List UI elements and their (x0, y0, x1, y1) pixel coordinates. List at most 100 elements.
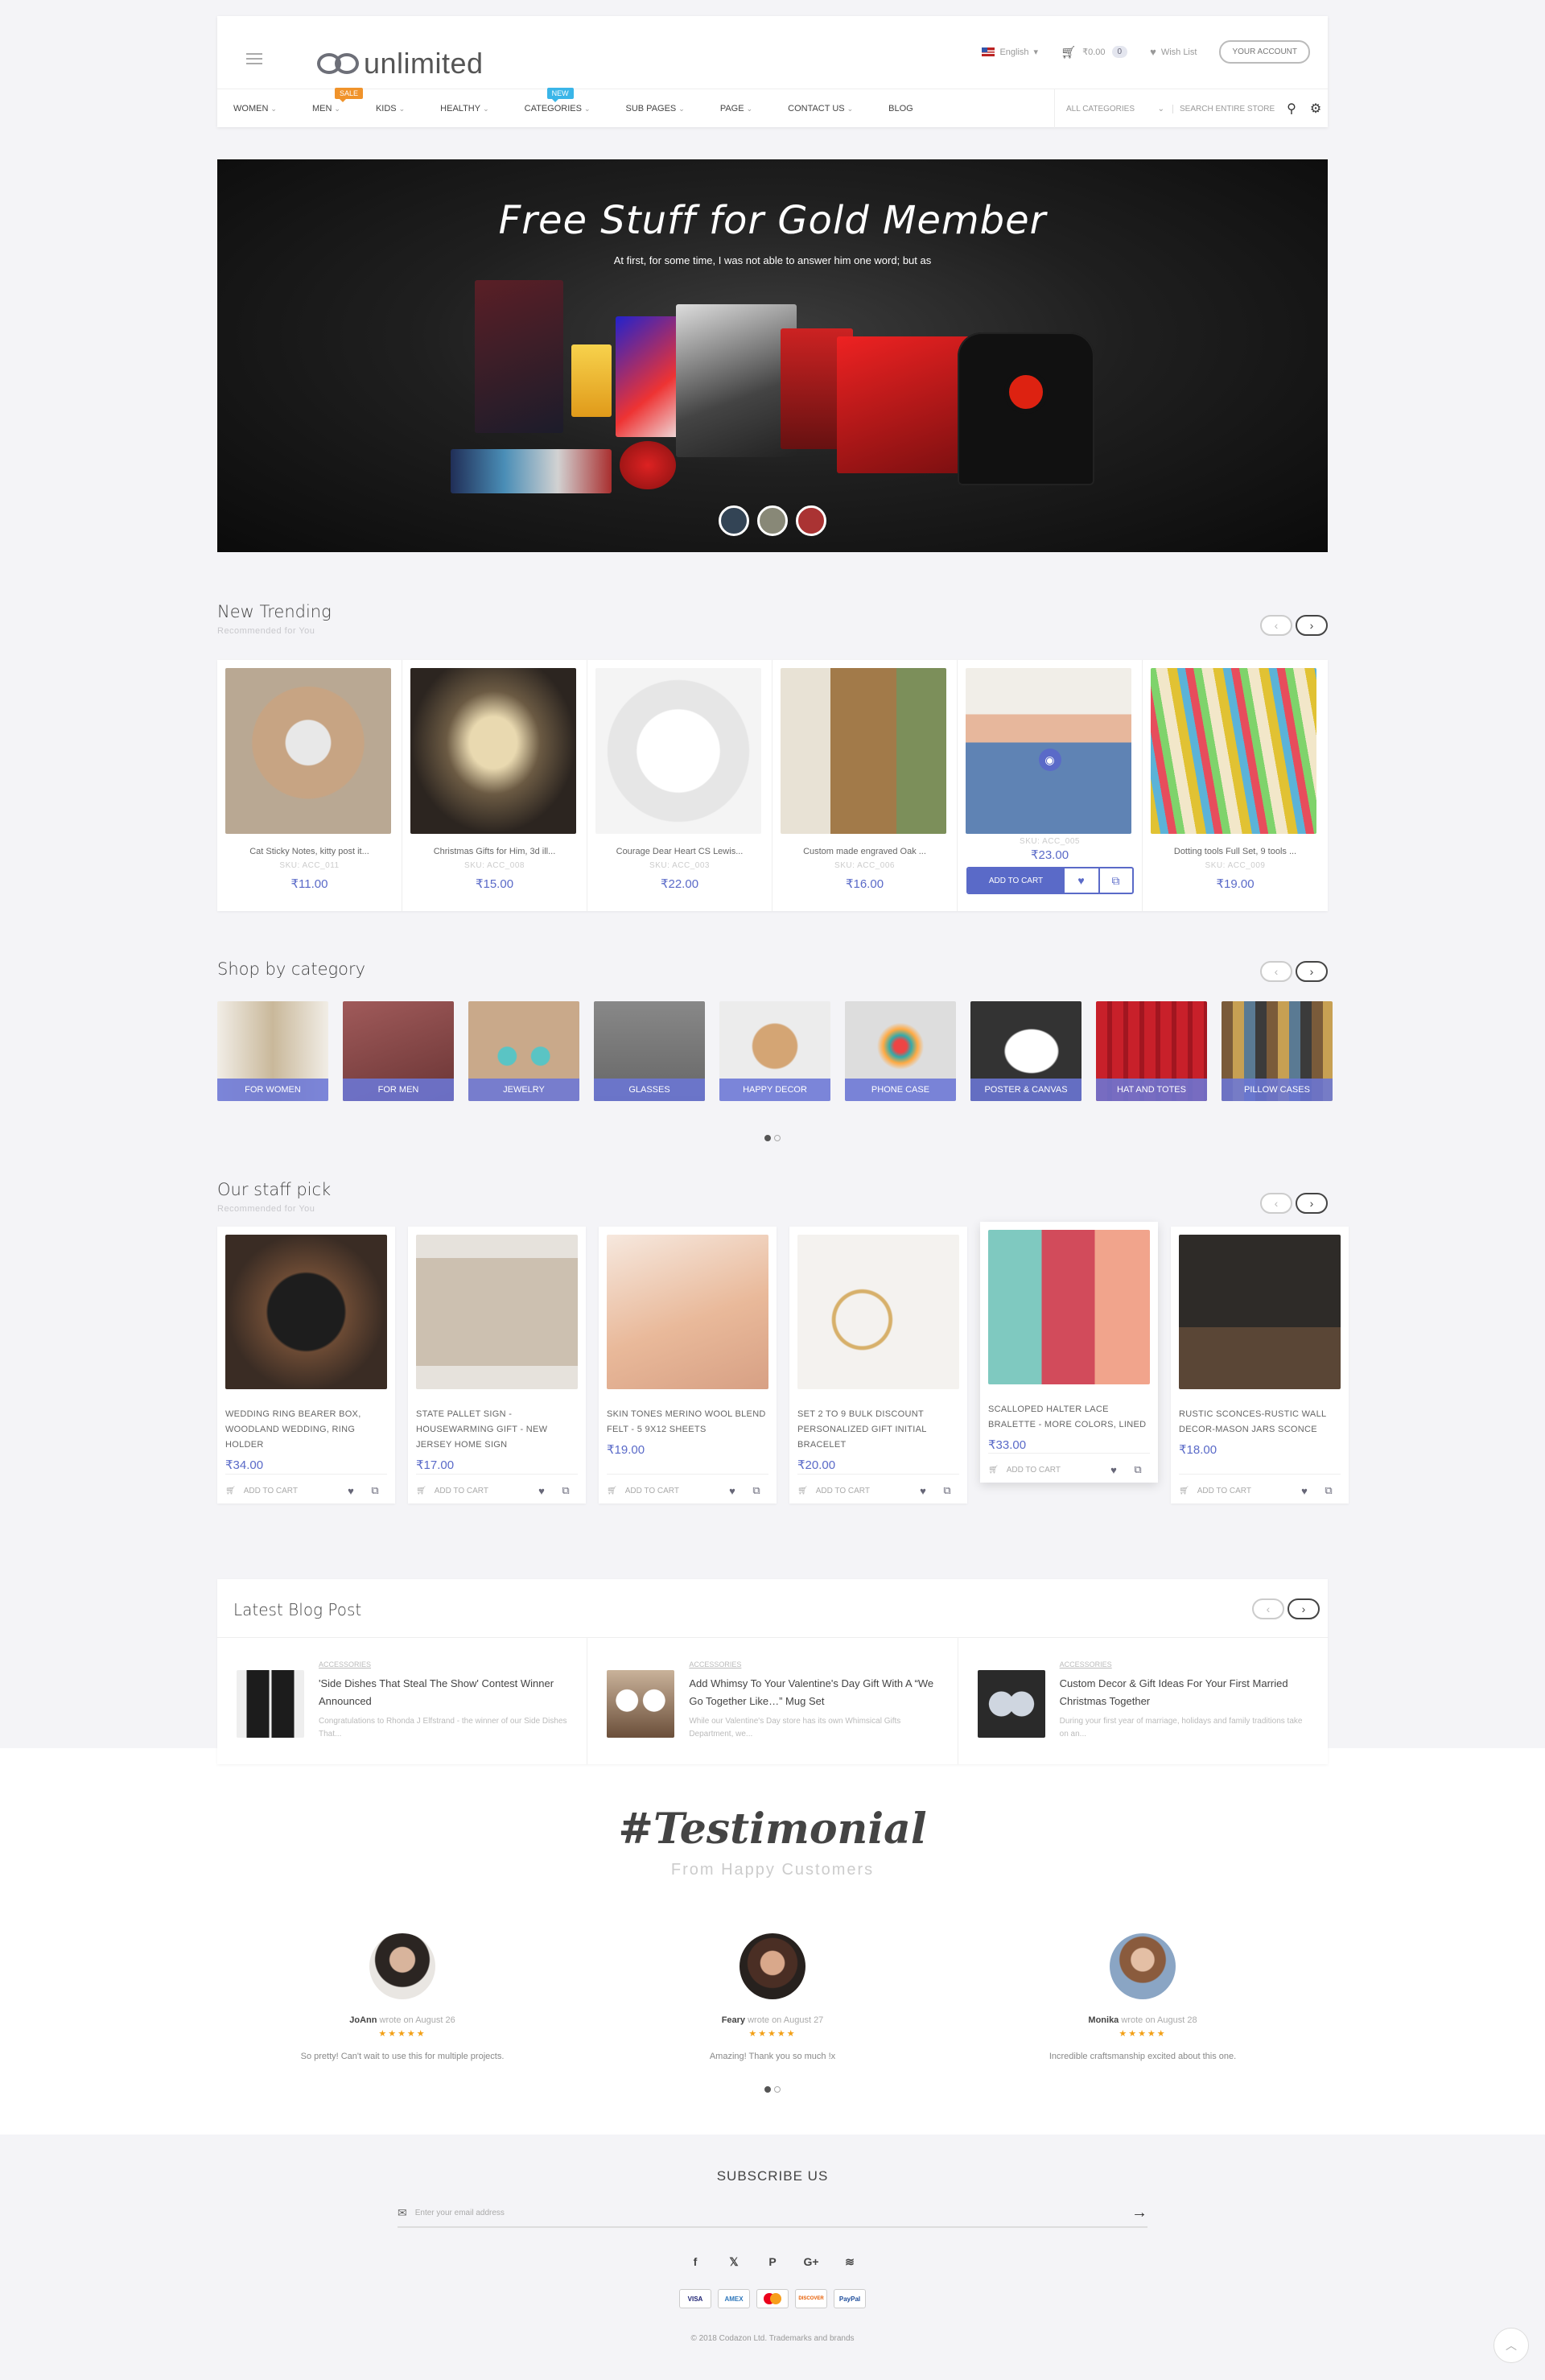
blog-category-link[interactable]: Accessories (689, 1660, 937, 1668)
x-twitter-icon[interactable]: 𝕏 (725, 2255, 743, 2269)
email-input[interactable]: Enter your email address (415, 2209, 1131, 2217)
category-tile-happy-decor[interactable]: Happy Decor (719, 1001, 830, 1101)
nav-item-categories[interactable]: new Categories ⌄ (525, 87, 591, 113)
wishlist-heart-icon[interactable]: ♥ (1102, 1464, 1126, 1476)
hero-slide-thumb-2[interactable] (757, 505, 788, 536)
product-card[interactable]: Courage Dear Heart CS Lewis... SKU: ACC_… (587, 660, 772, 911)
back-to-top-icon[interactable]: ︿ (1494, 2328, 1529, 2363)
add-to-cart-button[interactable]: Add to Cart (967, 868, 1065, 893)
product-card[interactable]: Wedding Ring Bearer Box, Woodland Weddin… (217, 1227, 395, 1503)
wishlist-heart-icon[interactable]: ♥ (339, 1485, 363, 1497)
category-tile-pillow-cases[interactable]: Pillow Cases (1222, 1001, 1333, 1101)
product-card[interactable]: Christmas Gifts for Him, 3d ill... SKU: … (402, 660, 587, 911)
wishlist-heart-icon[interactable]: ♥ (529, 1485, 554, 1497)
category-select[interactable]: All Categories ⌄ (1066, 105, 1172, 113)
compare-icon[interactable]: ⧉ (744, 1484, 768, 1497)
compare-icon[interactable]: ⧉ (554, 1484, 578, 1497)
carousel-dot-2[interactable] (774, 1135, 781, 1141)
prev-arrow-icon[interactable]: ‹ (1252, 1598, 1284, 1619)
wishlist-heart-icon[interactable]: ♥ (720, 1485, 744, 1497)
product-card[interactable]: Scalloped Halter Lace Bralette - More Co… (980, 1222, 1158, 1483)
add-to-cart-button[interactable]: 🛒︎ Add to Cart (1179, 1487, 1292, 1495)
product-card[interactable]: ◉ SKU: ACC_005 ₹23.00 Add to Cart ♥ ⧉ (958, 660, 1143, 911)
search-icon[interactable]: ⚲ (1279, 101, 1304, 117)
category-tile-jewelry[interactable]: Jewelry (468, 1001, 579, 1101)
compare-icon[interactable]: ⧉ (1126, 1463, 1150, 1476)
menu-icon[interactable] (246, 53, 262, 64)
nav-item-page[interactable]: Page ⌄ (720, 104, 752, 113)
category-tile-for-men[interactable]: For Men (343, 1001, 454, 1101)
nav-item-kids[interactable]: Kids ⌄ (376, 104, 405, 113)
nav-item-women[interactable]: Women ⌄ (233, 104, 277, 113)
nav-item-contact-us[interactable]: Contact Us ⌄ (788, 104, 853, 113)
compare-icon[interactable]: ⧉ (935, 1484, 959, 1497)
product-card[interactable]: Custom made engraved Oak ... SKU: ACC_00… (772, 660, 958, 911)
category-tile-hat-and-totes[interactable]: Hat and Totes (1096, 1001, 1207, 1101)
product-name[interactable]: Courage Dear Heart CS Lewis... (595, 847, 764, 856)
product-card[interactable]: Cat Sticky Notes, kitty post it... SKU: … (217, 660, 402, 911)
quick-view-eye-icon[interactable]: ◉ (1038, 749, 1061, 771)
blog-post[interactable]: Accessories 'Side Dishes That Steal The … (217, 1638, 588, 1764)
nav-item-sub-pages[interactable]: Sub Pages ⌄ (626, 104, 685, 113)
language-selector[interactable]: English ▾ (982, 47, 1038, 57)
wishlist-link[interactable]: ♥ Wish List (1150, 46, 1197, 58)
hero-banner[interactable]: Free Stuff for Gold Member At first, for… (217, 159, 1328, 552)
add-to-cart-button[interactable]: 🛒︎ Add to Cart (416, 1487, 529, 1495)
product-name[interactable]: Custom made engraved Oak ... (781, 847, 949, 856)
next-arrow-icon[interactable]: › (1296, 961, 1328, 982)
product-card[interactable]: State Pallet Sign - Housewarming Gift - … (408, 1227, 586, 1503)
category-tile-phone-case[interactable]: Phone Case (845, 1001, 956, 1101)
mini-cart[interactable]: 🛒︎ ₹0.00 0 (1061, 45, 1128, 60)
blog-post-title[interactable]: Custom Decor & Gift Ideas For Your First… (1060, 1675, 1308, 1710)
nav-item-healthy[interactable]: Healthy ⌄ (440, 104, 488, 113)
carousel-dot-1[interactable] (764, 1135, 771, 1141)
category-tile-for-women[interactable]: For Women (217, 1001, 328, 1101)
testimonial-dot-2[interactable] (774, 2086, 781, 2093)
submit-arrow-icon[interactable]: → (1131, 2204, 1147, 2222)
category-tile-glasses[interactable]: Glasses (594, 1001, 705, 1101)
product-name[interactable]: Dotting tools Full Set, 9 tools ... (1151, 847, 1320, 856)
add-to-cart-button[interactable]: 🛒︎ Add to Cart (607, 1487, 720, 1495)
blog-post-title[interactable]: Add Whimsy To Your Valentine's Day Gift … (689, 1675, 937, 1710)
pinterest-icon[interactable]: P (764, 2255, 781, 2269)
next-arrow-icon[interactable]: › (1296, 615, 1328, 636)
add-to-cart-button[interactable]: 🛒︎ Add to Cart (225, 1487, 339, 1495)
blog-category-link[interactable]: Accessories (319, 1660, 567, 1668)
category-tile-poster-canvas[interactable]: Poster & Canvas (970, 1001, 1082, 1101)
product-card[interactable]: Rustic Sconces-Rustic Wall Decor-Mason J… (1171, 1227, 1349, 1503)
wishlist-heart-icon[interactable]: ♥ (1292, 1485, 1316, 1497)
product-name[interactable]: Set 2 to 9 BULK DISCOUNT Personalized Gi… (797, 1407, 959, 1453)
blog-post[interactable]: Accessories Add Whimsy To Your Valentine… (587, 1638, 958, 1764)
facebook-icon[interactable]: f (686, 2255, 704, 2269)
compare-icon[interactable]: ⧉ (1316, 1484, 1341, 1497)
product-name[interactable]: State Pallet Sign - Housewarming Gift - … (416, 1407, 578, 1453)
add-to-cart-button[interactable]: 🛒︎ Add to Cart (797, 1487, 911, 1495)
prev-arrow-icon[interactable]: ‹ (1260, 615, 1292, 636)
prev-arrow-icon[interactable]: ‹ (1260, 1193, 1292, 1214)
compare-icon[interactable]: ⧉ (1098, 868, 1132, 893)
blog-category-link[interactable]: Accessories (1060, 1660, 1308, 1668)
rss-icon[interactable]: ≋ (841, 2255, 859, 2269)
wishlist-heart-icon[interactable]: ♥ (1065, 868, 1098, 893)
your-account-button[interactable]: Your Account (1219, 40, 1310, 64)
product-name[interactable]: Scalloped Halter Lace Bralette - More Co… (988, 1402, 1150, 1433)
search-input[interactable]: Search entire store (1172, 104, 1279, 113)
next-arrow-icon[interactable]: › (1288, 1598, 1320, 1619)
logo[interactable]: unlimited (317, 47, 484, 80)
wishlist-heart-icon[interactable]: ♥ (911, 1485, 935, 1497)
blog-post-title[interactable]: 'Side Dishes That Steal The Show' Contes… (319, 1675, 567, 1710)
prev-arrow-icon[interactable]: ‹ (1260, 961, 1292, 982)
settings-icon[interactable]: ⚙ (1304, 101, 1328, 117)
hero-slide-thumb-1[interactable] (719, 505, 749, 536)
nav-item-men[interactable]: sale Men ⌄ (312, 87, 363, 113)
product-name[interactable]: Wedding Ring Bearer Box, Woodland Weddin… (225, 1407, 387, 1453)
product-card[interactable]: Dotting tools Full Set, 9 tools ... SKU:… (1143, 660, 1328, 911)
next-arrow-icon[interactable]: › (1296, 1193, 1328, 1214)
product-name[interactable]: Skin tones Merino Wool Blend Felt - 5 9x… (607, 1407, 768, 1437)
product-name[interactable]: Rustic Sconces-Rustic Wall Decor-Mason J… (1179, 1407, 1341, 1437)
hero-slide-thumb-3[interactable] (796, 505, 826, 536)
nav-item-blog[interactable]: Blog (888, 104, 913, 113)
add-to-cart-button[interactable]: 🛒︎ Add to Cart (988, 1466, 1102, 1475)
google-plus-icon[interactable]: G+ (802, 2255, 820, 2269)
blog-post[interactable]: Accessories Custom Decor & Gift Ideas Fo… (958, 1638, 1328, 1764)
